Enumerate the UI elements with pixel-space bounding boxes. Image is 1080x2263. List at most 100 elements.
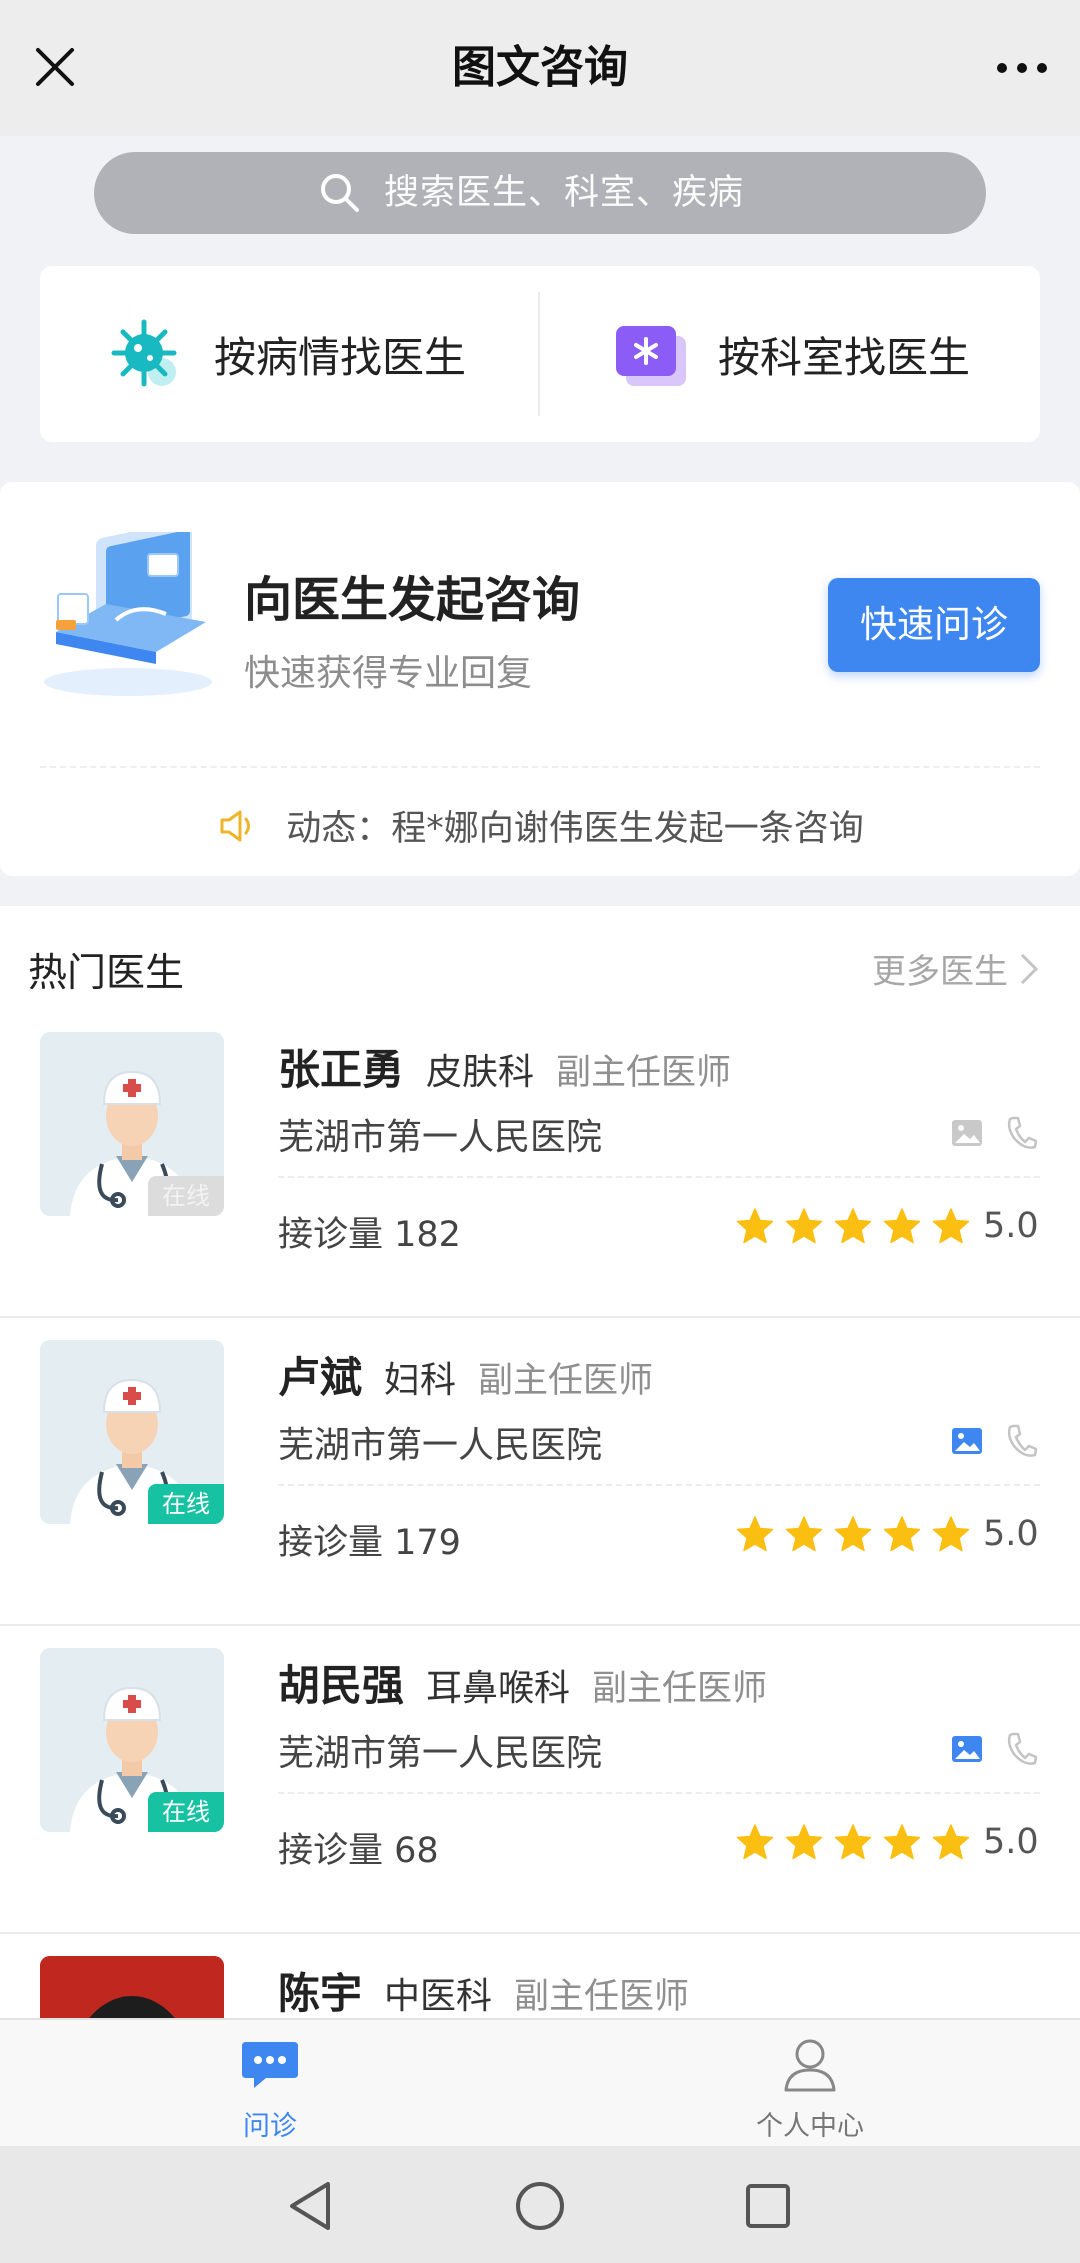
recents-icon[interactable] (740, 2178, 796, 2234)
find-by-condition-button[interactable]: 按病情找医生 (106, 266, 466, 442)
doctor-department: 中医科 (384, 1976, 493, 2017)
rating-stars: 5.0 (736, 1822, 1039, 1862)
doctor-department: 耳鼻喉科 (426, 1668, 571, 1709)
rating-value: 5.0 (983, 1514, 1039, 1554)
chevron-right-icon (1020, 953, 1039, 984)
doctor-card[interactable]: 在线 卢斌 妇科 副主任医师芜湖市第一人民医院 接诊量 179 5.0 (0, 1318, 1080, 1626)
title-bar: 图文咨询 (0, 0, 1080, 136)
star-icon (883, 1824, 921, 1860)
search-icon (321, 174, 359, 212)
image-consult-icon (952, 1120, 982, 1146)
phone-consult-icon (1007, 1424, 1038, 1457)
star-icon (932, 1824, 970, 1860)
home-icon[interactable] (512, 2178, 568, 2234)
doctor-name-line: 胡民强 耳鼻喉科 副主任医师 (278, 1652, 767, 1713)
bottom-tab-bar: 问诊 个人中心 (0, 2018, 1080, 2146)
star-icon (736, 1824, 774, 1860)
consult-count: 接诊量 179 (278, 1523, 461, 1563)
divider (538, 292, 540, 416)
consult-illustration (44, 532, 212, 696)
doctor-finder-card: 按病情找医生 按科室找医生 (40, 266, 1040, 442)
hot-doctors-section: 热门医生 更多医生 在线 张正勇 皮肤科 副主任医师芜湖市第一人民医院 接诊量 182 5… (0, 906, 1080, 2018)
online-status-badge: 在线 (148, 1484, 224, 1524)
divider (40, 766, 1040, 768)
star-icon (785, 1208, 823, 1244)
doctor-hospital: 芜湖市第一人民医院 (278, 1733, 603, 1774)
doctor-name-line: 张正勇 皮肤科 副主任医师 (278, 1036, 731, 1097)
consult-subtitle: 快速获得专业回复 (244, 653, 533, 694)
chat-bubble-icon (242, 2042, 298, 2088)
department-icon (616, 326, 686, 386)
find-by-condition-label: 按病情找医生 (214, 332, 467, 382)
find-by-department-button[interactable]: 按科室找医生 (610, 266, 970, 442)
activity-ticker: 动态：程*娜向谢伟医生发起一条咨询 (0, 800, 1080, 851)
divider (278, 1176, 1040, 1178)
doctor-title: 副主任医师 (514, 1977, 690, 2017)
image-consult-icon (952, 1736, 982, 1762)
tab-consult-label: 问诊 (243, 2111, 297, 2142)
divider (278, 1484, 1040, 1486)
consult-title: 向医生发起咨询 (244, 572, 581, 628)
more-doctors-link[interactable]: 更多医生 (872, 944, 1040, 993)
quick-consult-button[interactable]: 快速问诊 (828, 578, 1040, 672)
star-icon (736, 1516, 774, 1552)
rating-value: 5.0 (983, 1206, 1039, 1246)
doctor-avatar: 在线 (40, 1648, 224, 1832)
phone-consult-icon (1007, 1732, 1038, 1765)
page-title: 图文咨询 (452, 42, 628, 93)
doctor-avatar (40, 1956, 224, 2018)
online-status-badge: 在线 (148, 1176, 224, 1216)
doctor-avatar: 在线 (40, 1032, 224, 1216)
phone-consult-icon (1007, 1116, 1038, 1149)
doctor-name-line: 卢斌 妇科 副主任医师 (278, 1344, 653, 1405)
doctor-avatar: 在线 (40, 1340, 224, 1524)
doctor-card[interactable]: 在线 张正勇 皮肤科 副主任医师芜湖市第一人民医院 接诊量 182 5.0 (0, 1010, 1080, 1318)
doctor-card[interactable]: 在线 胡民强 耳鼻喉科 副主任医师芜湖市第一人民医院 接诊量 68 5.0 (0, 1626, 1080, 1934)
doctor-title: 副主任医师 (478, 1361, 654, 1401)
star-icon (932, 1516, 970, 1552)
doctor-name: 陈宇 (278, 1969, 363, 2018)
activity-text: 动态：程*娜向谢伟医生发起一条咨询 (286, 809, 864, 849)
online-status-badge: 在线 (148, 1792, 224, 1832)
tab-profile[interactable]: 个人中心 (660, 2020, 960, 2148)
doctor-name: 胡民强 (278, 1661, 405, 1710)
image-consult-icon (952, 1428, 982, 1454)
divider (278, 1792, 1040, 1794)
find-by-department-label: 按科室找医生 (718, 332, 971, 382)
doctor-title: 副主任医师 (592, 1669, 768, 1709)
virus-icon (111, 319, 177, 387)
doctor-hospital: 芜湖市第一人民医院 (278, 1425, 603, 1466)
search-placeholder: 搜索医生、科室、疾病 (384, 173, 745, 213)
section-title: 热门医生 (28, 951, 185, 996)
consult-count: 接诊量 182 (278, 1215, 461, 1255)
doctor-hospital: 芜湖市第一人民医院 (278, 1117, 603, 1158)
tab-consult[interactable]: 问诊 (120, 2020, 420, 2148)
doctor-name-line: 陈宇 中医科 副主任医师 (278, 1960, 689, 2018)
star-icon (834, 1824, 872, 1860)
consult-card: 向医生发起咨询 快速获得专业回复 快速问诊 动态：程*娜向谢伟医生发起一条咨询 (0, 482, 1080, 876)
speaker-icon (220, 810, 251, 841)
system-nav-bar (0, 2146, 1080, 2263)
person-icon (784, 2039, 836, 2092)
tab-profile-label: 个人中心 (756, 2111, 864, 2142)
rating-value: 5.0 (983, 1822, 1039, 1862)
star-icon (883, 1516, 921, 1552)
doctor-name: 卢斌 (278, 1353, 363, 1402)
consult-count: 接诊量 68 (278, 1831, 439, 1871)
star-icon (834, 1208, 872, 1244)
star-icon (785, 1516, 823, 1552)
star-icon (785, 1824, 823, 1860)
more-icon[interactable] (990, 36, 1054, 100)
rating-stars: 5.0 (736, 1206, 1039, 1246)
doctor-card[interactable]: 陈宇 中医科 副主任医师 (0, 1934, 1080, 2018)
star-icon (834, 1516, 872, 1552)
star-icon (736, 1208, 774, 1244)
back-icon[interactable] (284, 2178, 340, 2234)
doctor-department: 皮肤科 (426, 1052, 535, 1093)
search-bar[interactable]: 搜索医生、科室、疾病 (94, 152, 986, 234)
more-doctors-label: 更多医生 (872, 952, 1008, 992)
star-icon (883, 1208, 921, 1244)
doctor-department: 妇科 (384, 1360, 457, 1401)
doctor-title: 副主任医师 (556, 1053, 732, 1093)
star-icon (932, 1208, 970, 1244)
